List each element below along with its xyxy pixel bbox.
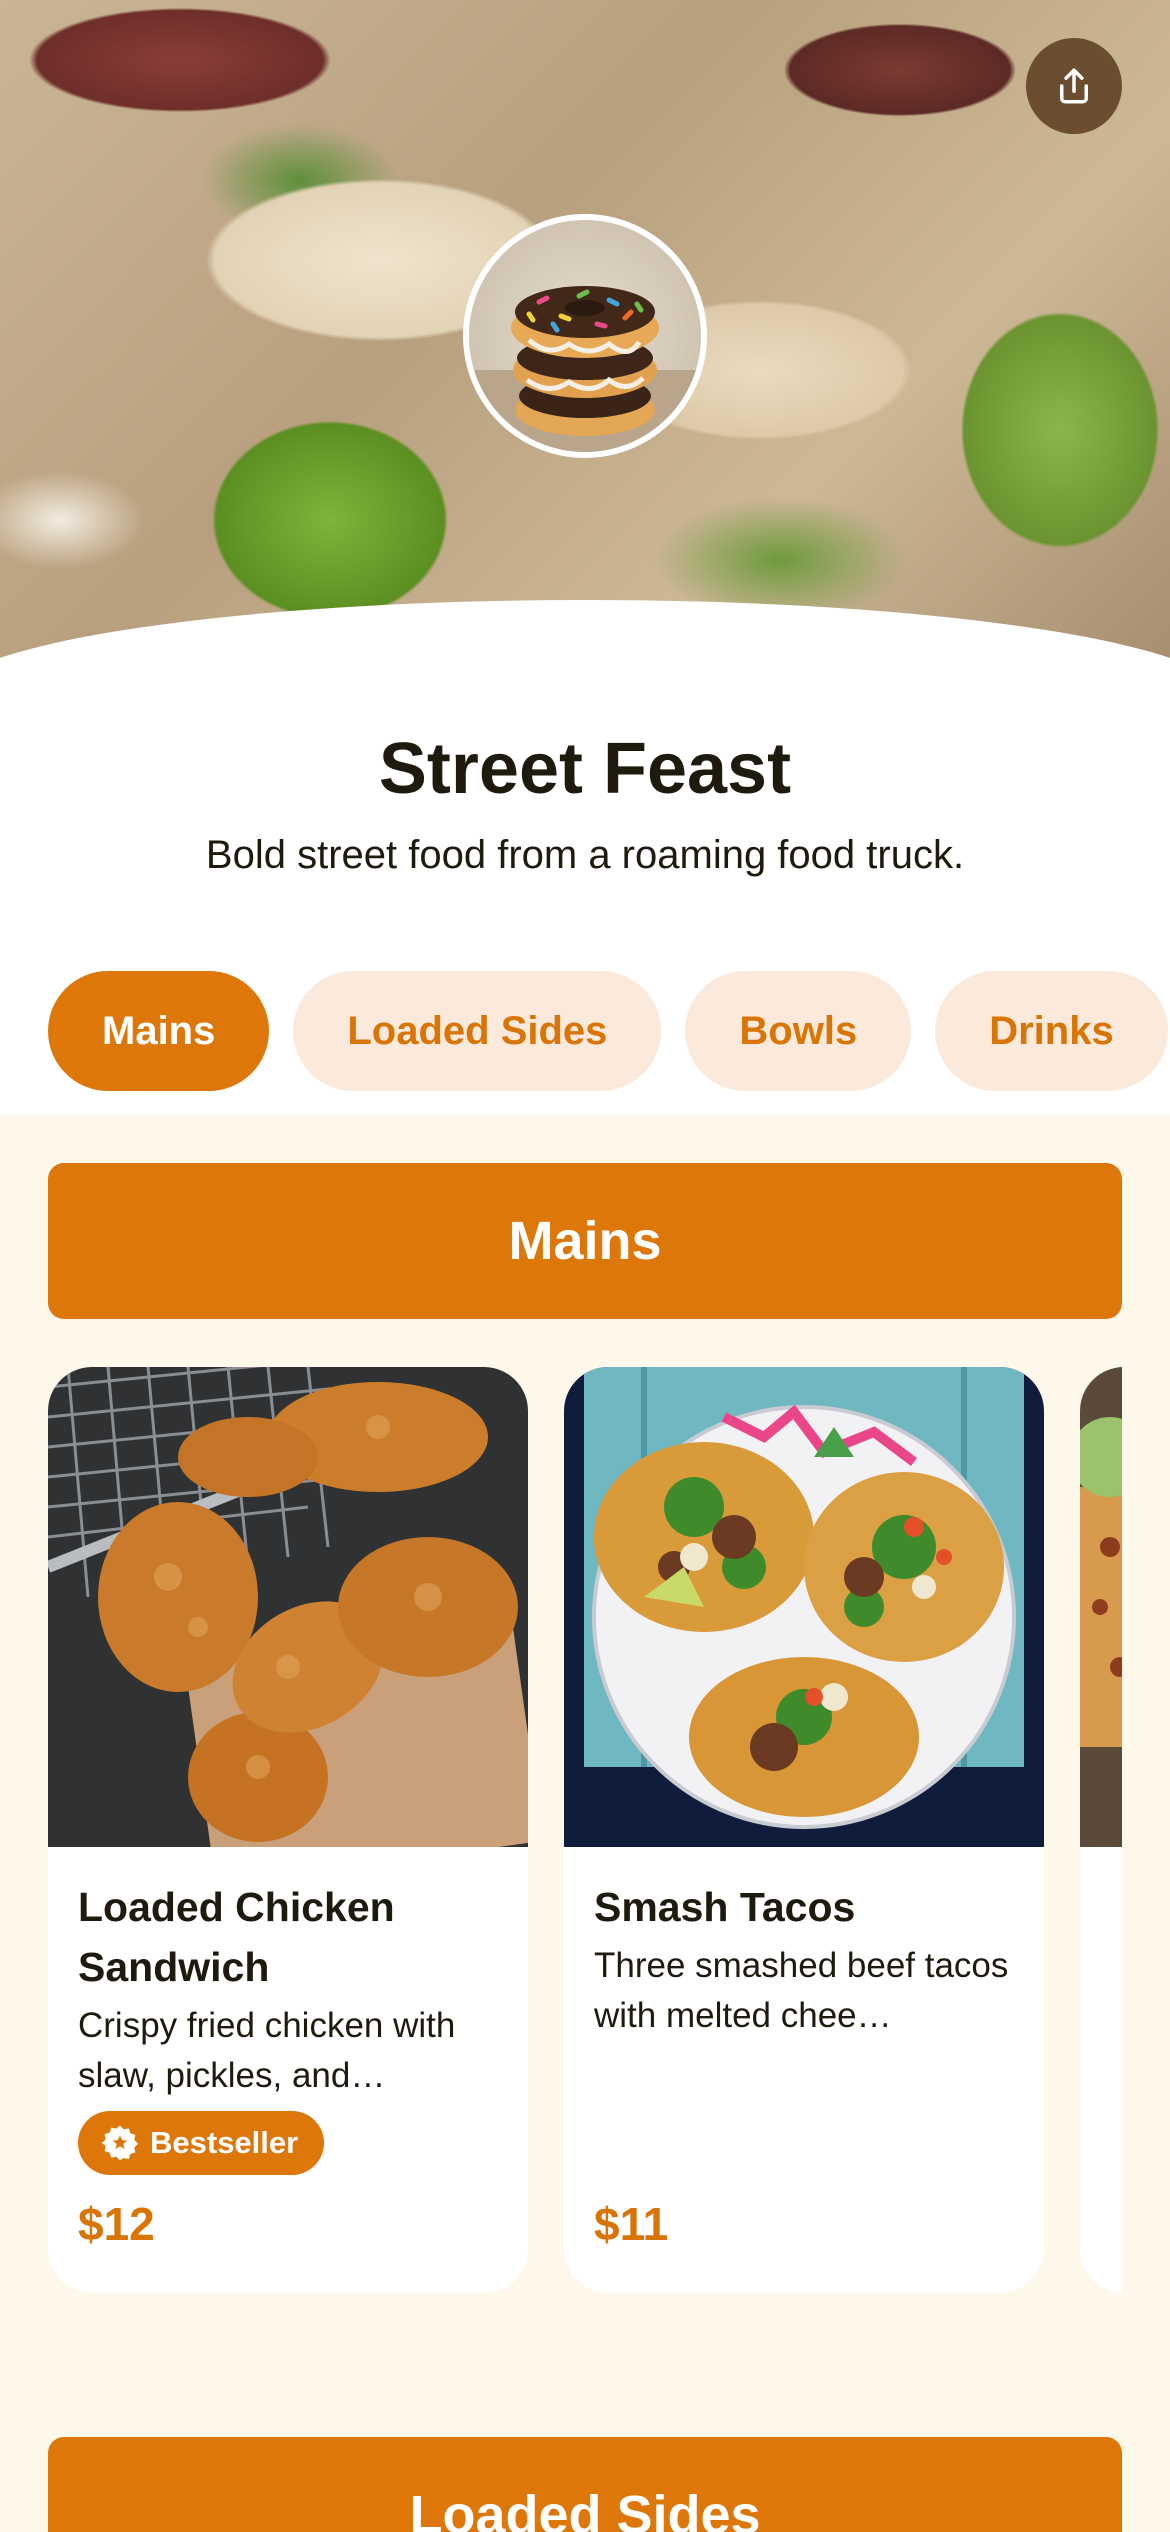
- menu-item-card[interactable]: Loaded Chicken Sandwich Crispy fried chi…: [48, 1367, 528, 2293]
- menu-item-description: Three smashed beef tacos with melted che…: [594, 1946, 1009, 2035]
- restaurant-logo: [463, 214, 707, 458]
- badge-label: Bestseller: [150, 2125, 299, 2160]
- menu-item-image: [1080, 1367, 1122, 1847]
- menu-item-description: Crispy fried chicken with slaw, pickles,…: [78, 2006, 456, 2095]
- menu-item-name: Loaded Chicken Sandwich: [78, 1884, 395, 1990]
- category-tabs: Mains Loaded Sides Bowls Drinks: [48, 971, 1170, 1091]
- section-header-loaded-sides: Loaded Sides: [48, 2437, 1122, 2532]
- menu-carousel[interactable]: Loaded Chicken Sandwich Crispy fried chi…: [48, 1367, 1122, 2293]
- tab-loaded-sides[interactable]: Loaded Sides: [293, 971, 662, 1091]
- section-header-mains: Mains: [48, 1163, 1122, 1319]
- menu-item-card[interactable]: [1080, 1367, 1122, 2293]
- menu-item-image: [48, 1367, 528, 1847]
- menu-item-card[interactable]: Smash Tacos Three smashed beef tacos wit…: [564, 1367, 1044, 2293]
- share-icon: [1060, 68, 1088, 104]
- hero-curve: [0, 600, 1170, 680]
- tab-drinks[interactable]: Drinks: [935, 971, 1168, 1091]
- menu-item-price: $12: [78, 2198, 155, 2250]
- menu-item-name: Smash Tacos: [594, 1884, 856, 1930]
- menu-item-image: [564, 1367, 1044, 1847]
- tab-mains[interactable]: Mains: [48, 971, 270, 1091]
- restaurant-name: Street Feast: [378, 729, 792, 809]
- share-button[interactable]: [1026, 38, 1122, 134]
- star-badge-icon: [101, 2125, 139, 2161]
- restaurant-tagline: Bold street food from a roaming food tru…: [205, 833, 965, 877]
- tab-bowls[interactable]: Bowls: [685, 971, 912, 1091]
- bestseller-badge: Bestseller: [78, 2111, 325, 2175]
- menu-item-price: $11: [594, 2198, 669, 2250]
